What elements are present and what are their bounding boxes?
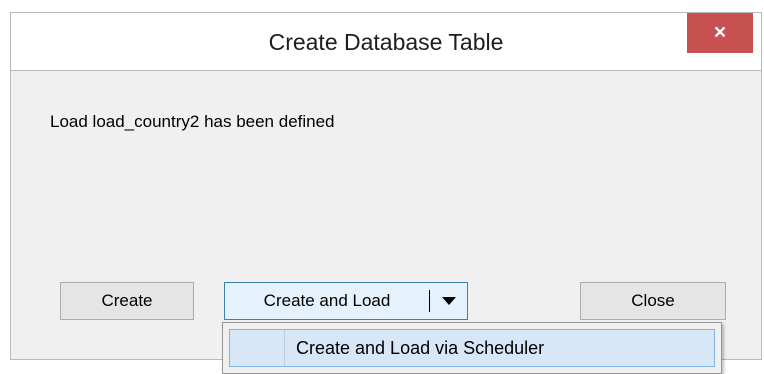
title-bar: Create Database Table ×: [10, 12, 762, 72]
close-button[interactable]: Close: [580, 282, 726, 320]
close-icon: ×: [713, 21, 727, 44]
close-window-button[interactable]: ×: [687, 13, 753, 53]
status-message: Load load_country2 has been defined: [50, 112, 335, 131]
dropdown-toggle[interactable]: [430, 283, 467, 319]
dropdown-menu: Create and Load via Scheduler: [222, 322, 722, 374]
chevron-down-icon: [441, 297, 456, 305]
create-button[interactable]: Create: [60, 282, 194, 320]
create-and-load-button[interactable]: Create and Load: [225, 283, 429, 319]
menu-icon-gutter: [284, 330, 285, 366]
dialog-window: Create Database Table × Load load_countr…: [0, 0, 764, 374]
dialog-title: Create Database Table: [268, 29, 504, 55]
menu-item-create-and-load-via-scheduler[interactable]: Create and Load via Scheduler: [229, 329, 715, 367]
menu-item-label: Create and Load via Scheduler: [296, 338, 545, 358]
create-and-load-split-button[interactable]: Create and Load: [224, 282, 468, 320]
